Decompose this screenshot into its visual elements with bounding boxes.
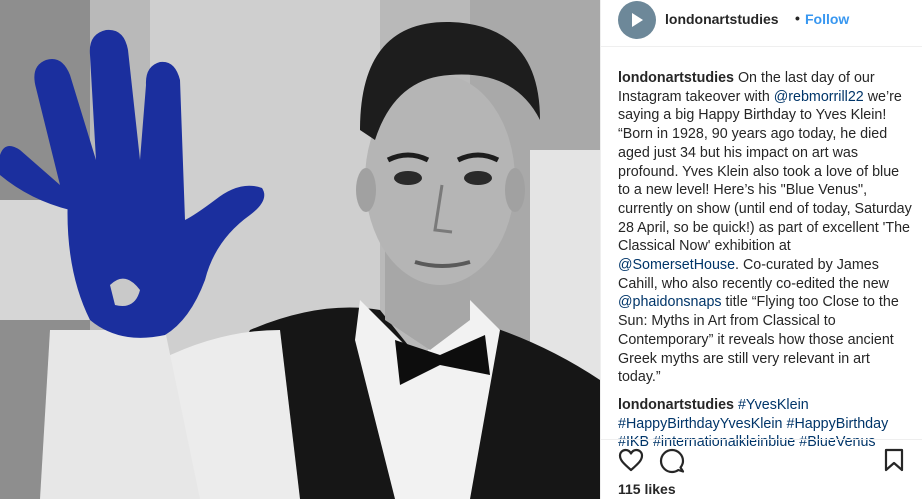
comment-username[interactable]: londonartstudies bbox=[618, 397, 734, 413]
caption-username[interactable]: londonartstudies bbox=[618, 70, 734, 86]
post-side-panel: londonartstudies • Follow londonartstudi… bbox=[600, 0, 922, 499]
play-arrow-icon bbox=[632, 13, 643, 27]
post-photo[interactable] bbox=[0, 0, 600, 499]
mention-link[interactable]: @SomersetHouse bbox=[618, 257, 735, 273]
bookmark-icon[interactable] bbox=[883, 448, 905, 472]
caption-text-2: we’re saying a big Happy Birthday to Yve… bbox=[618, 88, 912, 255]
likes-count[interactable]: 115 likes bbox=[618, 481, 676, 497]
hashtag-link[interactable]: #HappyBirthday bbox=[787, 416, 889, 432]
heart-icon[interactable] bbox=[618, 448, 644, 472]
comment-bubble-icon[interactable] bbox=[659, 448, 685, 474]
caption-paragraph: londonartstudies On the last day of our … bbox=[618, 69, 913, 387]
header-username[interactable]: londonartstudies bbox=[665, 11, 779, 27]
hashtag-link[interactable]: #YvesKlein bbox=[738, 397, 809, 413]
caption-gap bbox=[618, 387, 913, 396]
instagram-post: londonartstudies • Follow londonartstudi… bbox=[0, 0, 922, 499]
follow-button[interactable]: Follow bbox=[805, 11, 849, 27]
photo-illustration bbox=[0, 0, 600, 499]
mention-link[interactable]: @rebmorrill22 bbox=[774, 89, 864, 105]
avatar[interactable] bbox=[618, 1, 656, 39]
mention-link[interactable]: @phaidonsnaps bbox=[618, 294, 722, 310]
header-separator: • bbox=[795, 10, 800, 26]
hashtag-link[interactable]: #HappyBirthdayYvesKlein bbox=[618, 416, 783, 432]
post-header: londonartstudies • Follow bbox=[601, 0, 922, 47]
post-caption: londonartstudies On the last day of our … bbox=[618, 69, 913, 452]
